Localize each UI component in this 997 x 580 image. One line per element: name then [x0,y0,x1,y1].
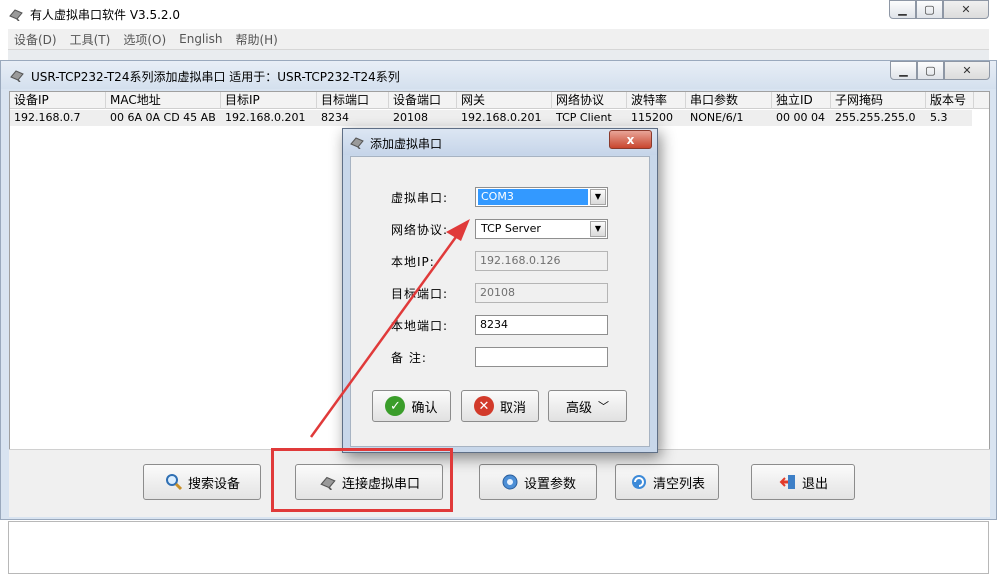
minimize-button[interactable]: ▁ [890,61,917,80]
cancel-button[interactable]: ✕ 取消 [461,390,539,422]
chevron-down-icon[interactable]: ▼ [590,221,606,237]
highlight-box [271,448,453,512]
column-header[interactable]: 设备端口 [389,92,457,109]
table-row[interactable]: 192.168.0.7 00 6A 0A CD 45 AB 192.168.0.… [10,110,972,126]
column-header[interactable]: 波特率 [627,92,686,109]
ok-button[interactable]: ✓ 确认 [372,390,451,422]
column-header[interactable]: 目标IP [221,92,317,109]
column-header[interactable]: 版本号 [926,92,974,109]
local-ip-label: 本地IP: [391,255,435,269]
target-port-field: 20108 [475,283,608,303]
menu-bar: 设备(D) 工具(T) 选项(O) English 帮助(H) [8,29,989,50]
cell-device-port: 20108 [393,111,428,124]
column-header[interactable]: 网络协议 [552,92,627,109]
sub-titlebar: USR-TCP232-T24系列添加虚拟串口 适用于：USR-TCP232-T2… [1,61,996,89]
advanced-label: 高级 [565,400,592,416]
close-icon: ✕ [962,64,972,77]
checkmark-icon: ✓ [385,396,406,416]
cell-serial-params: NONE/6/1 [690,111,744,124]
column-header[interactable]: 目标端口 [317,92,389,109]
exit-door-icon [778,472,798,492]
cell-id: 00 00 04 [776,111,825,124]
advanced-button[interactable]: 高级 ﹀ [548,390,627,422]
maximize-icon: ▢ [925,64,936,77]
ok-label: 确认 [411,400,438,416]
menu-device[interactable]: 设备(D) [14,31,57,48]
menu-help[interactable]: 帮助(H) [235,31,277,48]
minimize-icon: ▁ [898,3,907,16]
menu-options[interactable]: 选项(O) [123,31,166,48]
minimize-icon: ▁ [899,64,908,77]
exit-button[interactable]: 退出 [751,464,855,500]
cell-subnet: 255.255.255.0 [835,111,916,124]
set-parameters-label: 设置参数 [523,476,576,492]
cancel-x-icon: ✕ [473,396,494,416]
search-devices-label: 搜索设备 [187,476,240,492]
add-virtual-port-dialog: 添加虚拟串口 x 虚拟串口: COM3 ▼ 网络协议: TCP Server ▼… [342,128,658,453]
set-parameters-button[interactable]: 设置参数 [479,464,597,500]
maximize-icon: ▢ [924,3,935,16]
column-header[interactable]: 设备IP [10,92,106,109]
minimize-button[interactable]: ▁ [889,0,916,19]
sub-window-title: USR-TCP232-T24系列添加虚拟串口 适用于：USR-TCP232-T2… [31,70,400,84]
protocol-select[interactable]: TCP Server ▼ [475,219,608,239]
app-icon [9,9,23,21]
log-area[interactable] [8,521,989,574]
button-panel: 搜索设备 连接虚拟串口 设置参数 清空列表 退出 [9,449,990,517]
menu-tools[interactable]: 工具(T) [70,31,111,48]
local-ip-field: 192.168.0.126 [475,251,608,271]
cell-gateway: 192.168.0.201 [461,111,542,124]
app-icon [10,70,24,82]
protocol-label: 网络协议: [391,223,449,237]
maximize-button[interactable]: ▢ [916,0,943,19]
list-header: 设备IP MAC地址 目标IP 目标端口 设备端口 网关 网络协议 波特率 串口… [10,92,989,109]
magnifier-icon [164,472,184,492]
clear-list-label: 清空列表 [652,476,705,492]
chevron-down-icon[interactable]: ▼ [590,189,606,205]
local-port-label: 本地端口: [391,319,449,333]
cell-protocol: TCP Client [556,111,612,124]
column-header[interactable]: 独立ID [772,92,831,109]
local-port-field[interactable]: 8234 [475,315,608,335]
cancel-label: 取消 [499,400,526,416]
virtual-port-select[interactable]: COM3 ▼ [475,187,608,207]
window-controls: ▁ ▢ ✕ [889,0,989,19]
main-titlebar: 有人虚拟串口软件 V3.5.2.0 ▁ ▢ ✕ [0,0,997,28]
column-header[interactable]: 子网掩码 [831,92,926,109]
window-title: 有人虚拟串口软件 V3.5.2.0 [30,8,181,22]
column-header[interactable]: MAC地址 [106,92,221,109]
dialog-titlebar: 添加虚拟串口 x [343,129,657,155]
remark-label: 备 注: [391,351,427,365]
protocol-value: TCP Server [481,222,541,235]
gear-icon [500,472,520,492]
refresh-icon [629,472,649,492]
chevron-down-icon: ﹀ [598,400,609,413]
search-devices-button[interactable]: 搜索设备 [143,464,261,500]
close-icon: ✕ [961,3,971,16]
close-icon: x [626,132,635,147]
virtual-port-label: 虚拟串口: [391,191,449,205]
cell-target-port: 8234 [321,111,349,124]
cell-baud: 115200 [631,111,673,124]
menu-english[interactable]: English [179,32,222,46]
cell-version: 5.3 [930,111,948,124]
sub-window-controls: ▁ ▢ ✕ [890,61,990,80]
dialog-title: 添加虚拟串口 [370,137,443,151]
close-button[interactable]: ✕ [944,61,990,80]
target-port-label: 目标端口: [391,287,449,301]
dialog-close-button[interactable]: x [609,130,652,149]
clear-list-button[interactable]: 清空列表 [615,464,719,500]
cell-mac: 00 6A 0A CD 45 AB [110,111,216,124]
virtual-port-value: COM3 [478,189,588,205]
close-button[interactable]: ✕ [943,0,989,19]
column-header[interactable]: 网关 [457,92,552,109]
app-icon [350,137,364,149]
cell-target-ip: 192.168.0.201 [225,111,306,124]
cell-device-ip: 192.168.0.7 [14,111,81,124]
column-header[interactable]: 串口参数 [686,92,772,109]
exit-label: 退出 [801,476,828,492]
maximize-button[interactable]: ▢ [917,61,944,80]
remark-field[interactable] [475,347,608,367]
